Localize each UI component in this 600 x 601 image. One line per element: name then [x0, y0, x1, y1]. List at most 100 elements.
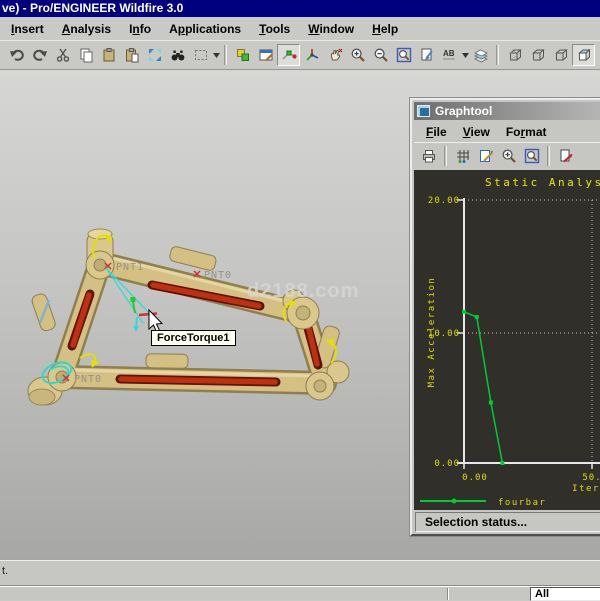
shaded-button[interactable]: [572, 44, 595, 66]
undo-button[interactable]: [5, 44, 28, 66]
wireframe-button[interactable]: [503, 44, 526, 66]
copy-icon: [78, 47, 94, 63]
layers-icon: [473, 47, 489, 63]
grid-icon: [455, 148, 471, 164]
hidden-line-button[interactable]: [526, 44, 549, 66]
pan-button[interactable]: [323, 44, 346, 66]
window-title-bar[interactable]: ve) - Pro/ENGINEER Wildfire 3.0: [0, 0, 600, 17]
xtick-50: 50.: [582, 473, 600, 483]
chart-legend: fourbar: [420, 498, 546, 508]
zoom-out-button[interactable]: [369, 44, 392, 66]
find-icon: [170, 47, 186, 63]
zoom-window-icon: [396, 47, 412, 63]
zoom-in-icon: [501, 148, 517, 164]
selection-status-text: Selection status...: [425, 515, 527, 529]
pan-icon: [327, 47, 343, 63]
window-title: ve) - Pro/ENGINEER Wildfire 3.0: [2, 1, 183, 15]
zoom-in-button[interactable]: [346, 44, 369, 66]
component-drag-button[interactable]: [277, 44, 300, 66]
regenerate-button[interactable]: [231, 44, 254, 66]
select-box-icon: [193, 47, 209, 63]
y-axis-label: Max Acceleration: [427, 277, 437, 388]
main-toolbar: AB: [0, 40, 600, 70]
menu-applications[interactable]: Applications: [160, 19, 250, 39]
export-icon: [558, 148, 574, 164]
undo-icon: [9, 47, 25, 63]
message-area: t.: [0, 560, 600, 585]
zoom-out-icon: [373, 47, 389, 63]
no-hidden-button[interactable]: [549, 44, 572, 66]
point-label-pnt0-top: PNT0: [204, 270, 232, 281]
menu-window[interactable]: Window: [299, 19, 363, 39]
edit-icon: [478, 148, 494, 164]
no-hidden-icon: [553, 47, 569, 63]
graphtool-title-bar[interactable]: Graphtool: [414, 102, 600, 120]
wireframe-icon: [507, 47, 523, 63]
cut-button[interactable]: [51, 44, 74, 66]
redo-button[interactable]: [28, 44, 51, 66]
xtick-0: 0.00: [462, 473, 488, 483]
hidden-line-icon: [530, 47, 546, 63]
reorient-icon: [419, 47, 435, 63]
watermark: d2188.com: [247, 280, 359, 303]
menu-analysis[interactable]: Analysis: [53, 19, 120, 39]
zoom-window-button[interactable]: [392, 44, 415, 66]
grid-settings-button[interactable]: [451, 145, 474, 167]
component-drag-icon: [281, 47, 297, 63]
ytick-20: 20.00: [428, 196, 460, 206]
redo-icon: [32, 47, 48, 63]
x-axis-label: Iter: [572, 484, 600, 494]
find-button[interactable]: [166, 44, 189, 66]
toolbar-separator: [224, 45, 227, 65]
annotations-dropdown[interactable]: [461, 53, 469, 58]
graphtool-window: Graphtool File View Format: [410, 98, 600, 536]
graph-zoom-window-button[interactable]: [520, 145, 543, 167]
annotations-button[interactable]: AB: [438, 44, 461, 66]
regenerate-icon: [235, 47, 251, 63]
paste-button[interactable]: [97, 44, 120, 66]
status-divider: [447, 588, 449, 600]
paste-special-icon: [124, 47, 140, 63]
toolbar-separator: [496, 45, 499, 65]
paste-icon: [101, 47, 117, 63]
refit-icon: [147, 47, 163, 63]
select-box-dropdown[interactable]: [212, 53, 220, 58]
point-label-pnt1: PNT1: [116, 262, 144, 273]
refit-button[interactable]: [143, 44, 166, 66]
ytick-0: 0.00: [434, 459, 460, 469]
graphtool-menu-format[interactable]: Format: [498, 123, 555, 141]
spin-center-icon: [304, 47, 320, 63]
spin-center-button[interactable]: [300, 44, 323, 66]
graphtool-menu-view[interactable]: View: [455, 123, 498, 141]
legend-series-label: fourbar: [498, 498, 546, 508]
export-button[interactable]: [554, 145, 577, 167]
copy-button[interactable]: [74, 44, 97, 66]
graph-zoom-in-button[interactable]: [497, 145, 520, 167]
selection-filter-combobox[interactable]: All: [530, 587, 600, 601]
menu-tools[interactable]: Tools: [250, 19, 299, 39]
layers-button[interactable]: [469, 44, 492, 66]
annotations-icon: AB: [441, 47, 459, 63]
graphtool-menu-file[interactable]: File: [418, 123, 455, 141]
selection-filter-value: All: [535, 588, 549, 600]
chart-line: [464, 312, 502, 463]
chevron-down-icon: [462, 53, 469, 58]
print-button[interactable]: [417, 145, 440, 167]
toolbar-separator: [547, 146, 550, 166]
graphtool-toolbar: [414, 142, 600, 168]
menu-insert[interactable]: Insert: [2, 19, 53, 39]
point-label-pnt0-bottom: PNT0: [74, 374, 102, 385]
view-manager-button[interactable]: [254, 44, 277, 66]
edit-graph-button[interactable]: [474, 145, 497, 167]
paste-special-button[interactable]: [120, 44, 143, 66]
cut-icon: [55, 47, 71, 63]
menu-help[interactable]: Help: [363, 19, 407, 39]
print-icon: [421, 148, 437, 164]
status-bar: All: [0, 585, 600, 600]
force-torque-tooltip: ForceTorque1: [151, 330, 236, 346]
zoom-window-icon: [524, 148, 540, 164]
view-manager-icon: [258, 47, 274, 63]
menu-info[interactable]: Info: [120, 19, 160, 39]
select-box-button[interactable]: [189, 44, 212, 66]
reorient-button[interactable]: [415, 44, 438, 66]
